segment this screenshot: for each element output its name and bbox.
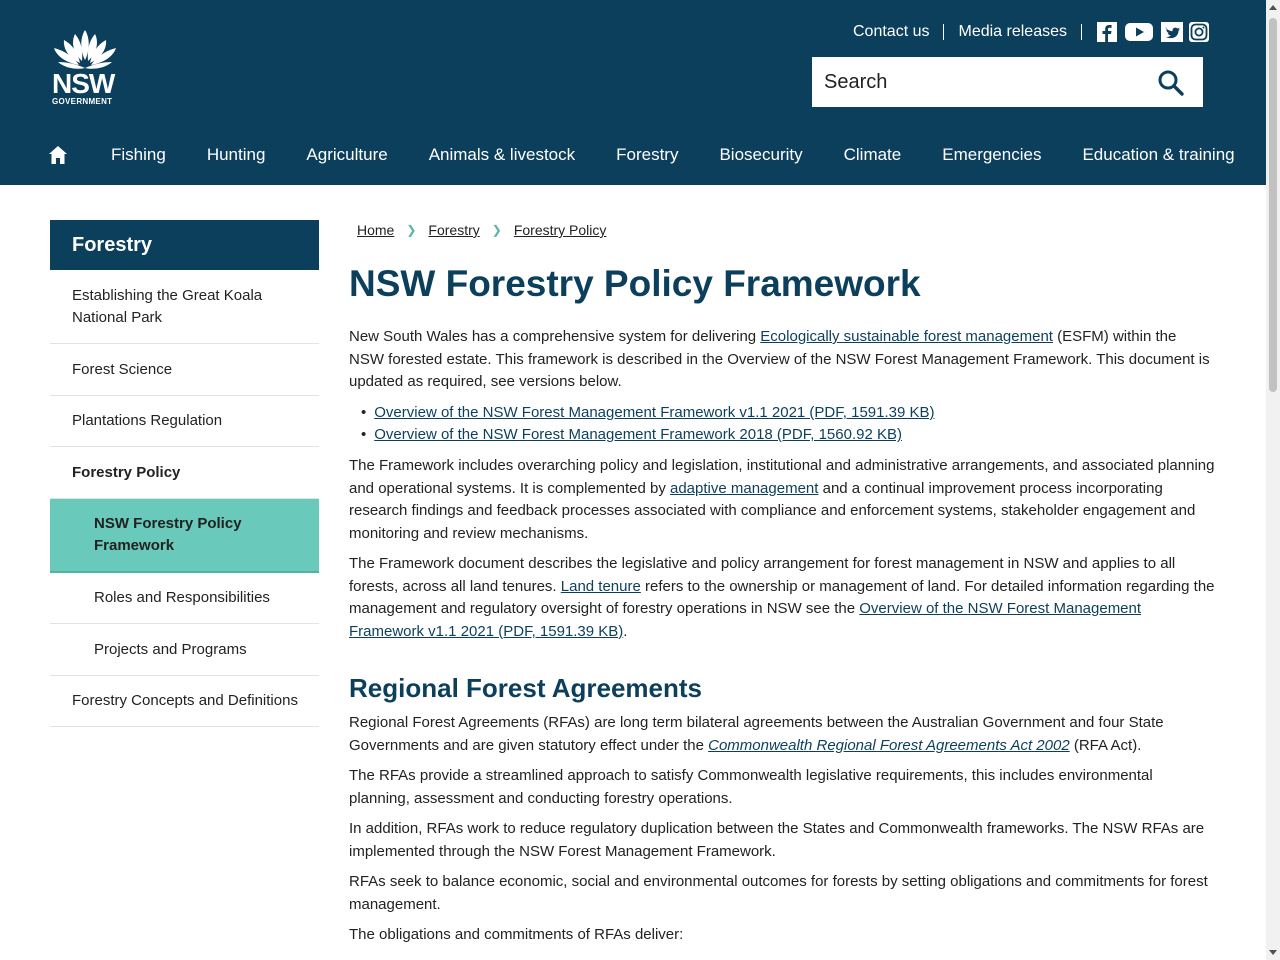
main-navigation: Fishing Hunting Agriculture Animals & li… xyxy=(48,140,1235,170)
esfm-link[interactable]: Ecologically sustainable forest manageme… xyxy=(760,328,1053,345)
nav-education-training[interactable]: Education & training xyxy=(1082,145,1234,165)
search-input[interactable] xyxy=(812,57,1142,107)
rfa-paragraph-4: RFAs seek to balance economic, social an… xyxy=(349,873,1208,913)
facebook-icon[interactable] xyxy=(1096,21,1118,43)
framework-2021-pdf-link[interactable]: Overview of the NSW Forest Management Fr… xyxy=(374,404,934,421)
breadcrumb-forestry-policy[interactable]: Forestry Policy xyxy=(514,222,607,238)
chevron-right-icon: ❯ xyxy=(406,223,417,237)
chevron-right-icon: ❯ xyxy=(491,223,502,237)
site-header: NSW GOVERNMENT Contact us Media releases xyxy=(0,0,1266,185)
social-links xyxy=(1096,21,1210,43)
nav-biosecurity[interactable]: Biosecurity xyxy=(719,145,802,165)
scroll-up-arrow-icon[interactable] xyxy=(1269,5,1277,10)
document-list: Overview of the NSW Forest Management Fr… xyxy=(374,402,1215,447)
search-icon[interactable] xyxy=(1157,69,1185,97)
nav-fishing[interactable]: Fishing xyxy=(111,145,166,165)
scrollbar-thumb[interactable] xyxy=(1269,18,1277,392)
nsw-government-logo[interactable]: NSW GOVERNMENT xyxy=(50,28,120,108)
framework-2018-pdf-link[interactable]: Overview of the NSW Forest Management Fr… xyxy=(374,426,902,443)
list-item: Overview of the NSW Forest Management Fr… xyxy=(374,424,1215,446)
breadcrumb: Home ❯ Forestry ❯ Forestry Policy xyxy=(357,222,606,238)
scroll-down-arrow-icon[interactable] xyxy=(1269,950,1277,955)
home-icon[interactable] xyxy=(48,145,68,165)
adaptive-management-link[interactable]: adaptive management xyxy=(670,480,818,497)
search-box xyxy=(812,57,1203,107)
rfa-paragraph-2: The RFAs provide a streamlined approach … xyxy=(349,767,1153,807)
sidebar-item-nsw-forestry-policy-framework[interactable]: NSW Forestry Policy Framework xyxy=(50,499,319,573)
sidebar-item-forest-science[interactable]: Forest Science xyxy=(50,344,319,396)
list-item: Overview of the NSW Forest Management Fr… xyxy=(374,402,1215,424)
nav-hunting[interactable]: Hunting xyxy=(207,145,266,165)
framework-document-paragraph: The Framework document describes the leg… xyxy=(349,555,1215,640)
sidebar-item-projects-and-programs[interactable]: Projects and Programs xyxy=(50,624,319,676)
page-title: NSW Forestry Policy Framework xyxy=(349,263,921,304)
rfa-paragraph-3: In addition, RFAs work to reduce regulat… xyxy=(349,820,1205,860)
sidebar-item-great-koala-national-park[interactable]: Establishing the Great Koala National Pa… xyxy=(50,270,319,344)
nav-climate[interactable]: Climate xyxy=(844,145,902,165)
page-scrollbar[interactable] xyxy=(1266,0,1280,960)
sidebar-item-forestry-concepts-definitions[interactable]: Forestry Concepts and Definitions xyxy=(50,676,319,727)
rfa-act-link[interactable]: Commonwealth Regional Forest Agreements … xyxy=(708,737,1070,754)
nav-forestry[interactable]: Forestry xyxy=(616,145,678,165)
contact-us-link[interactable]: Contact us xyxy=(853,23,929,41)
rfa-paragraph-1: Regional Forest Agreements (RFAs) are lo… xyxy=(349,714,1164,754)
breadcrumb-forestry[interactable]: Forestry xyxy=(428,222,479,238)
utility-links: Contact us Media releases xyxy=(853,22,1210,42)
nav-animals-livestock[interactable]: Animals & livestock xyxy=(429,145,575,165)
nav-agriculture[interactable]: Agriculture xyxy=(306,145,387,165)
instagram-icon[interactable] xyxy=(1188,21,1210,43)
waratah-icon xyxy=(54,30,116,69)
divider xyxy=(1080,24,1082,40)
media-releases-link[interactable]: Media releases xyxy=(958,23,1067,41)
rfa-paragraph-5: The obligations and commitments of RFAs … xyxy=(349,926,684,943)
sidebar-item-roles-and-responsibilities[interactable]: Roles and Responsibilities xyxy=(50,573,319,624)
section-heading-rfa: Regional Forest Agreements xyxy=(349,673,703,703)
sidebar-item-forestry-policy[interactable]: Forestry Policy xyxy=(50,447,319,499)
twitter-icon[interactable] xyxy=(1160,21,1183,43)
divider xyxy=(943,24,945,40)
youtube-icon[interactable] xyxy=(1124,21,1154,43)
nav-emergencies[interactable]: Emergencies xyxy=(942,145,1041,165)
logo-subtext: GOVERNMENT xyxy=(52,97,113,106)
logo-text: NSW xyxy=(52,68,115,99)
breadcrumb-home[interactable]: Home xyxy=(357,222,394,238)
land-tenure-link[interactable]: Land tenure xyxy=(561,578,641,595)
intro-paragraph: New South Wales has a comprehensive syst… xyxy=(349,328,1210,391)
sidebar-item-plantations-regulation[interactable]: Plantations Regulation xyxy=(50,396,319,447)
framework-paragraph: The Framework includes overarching polic… xyxy=(349,457,1215,542)
sidebar-title[interactable]: Forestry xyxy=(50,220,319,270)
